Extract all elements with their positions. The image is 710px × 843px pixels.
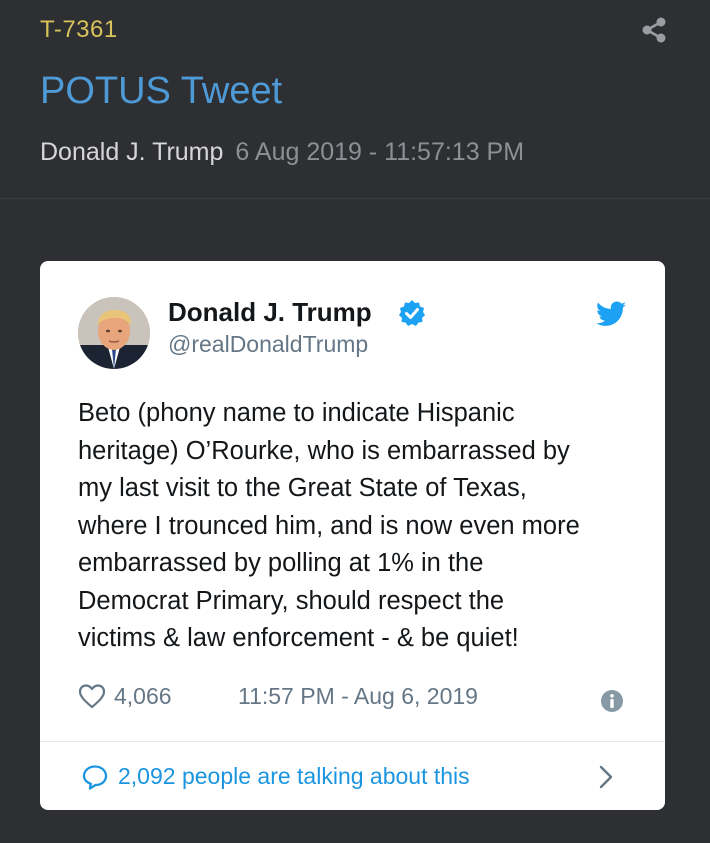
chevron-right-icon[interactable] <box>598 764 614 790</box>
tweet-author-name[interactable]: Donald J. Trump <box>168 297 372 328</box>
post-meta: Donald J. Trump 6 Aug 2019 - 11:57:13 PM <box>40 138 524 167</box>
tweet-text: Beto (phony name to indicate Hispanic he… <box>78 399 580 652</box>
post-title: POTUS Tweet <box>40 70 283 112</box>
comment-bubble-icon <box>82 765 108 790</box>
verified-badge-icon <box>399 300 425 326</box>
tweet-card[interactable]: Donald J. Trump @realDonaldTrump Beto (p… <box>40 261 665 810</box>
twitter-bird-icon[interactable] <box>596 301 626 327</box>
talking-count[interactable]: 2,092 people are talking about this <box>118 763 470 790</box>
tweet-author-handle[interactable]: @realDonaldTrump <box>168 331 368 358</box>
tweet-timestamp[interactable]: 11:57 PM - Aug 6, 2019 <box>238 683 478 710</box>
drop-id: T-7361 <box>40 16 118 43</box>
post-date: 6 Aug 2019 - 11:57:13 PM <box>235 138 525 166</box>
tweet-footer: 4,066 11:57 PM - Aug 6, 2019 <box>78 681 628 717</box>
info-icon[interactable] <box>600 689 624 713</box>
like-count: 4,066 <box>114 683 172 709</box>
post-author: Donald J. Trump <box>40 138 224 166</box>
heart-icon[interactable] <box>78 683 106 709</box>
talking-link[interactable]: 2,092 people are talking about this <box>40 742 665 810</box>
share-icon[interactable] <box>640 16 668 44</box>
post-header: T-7361 POTUS Tweet Donald J. Trump 6 Aug … <box>0 0 710 199</box>
avatar[interactable] <box>78 297 150 369</box>
